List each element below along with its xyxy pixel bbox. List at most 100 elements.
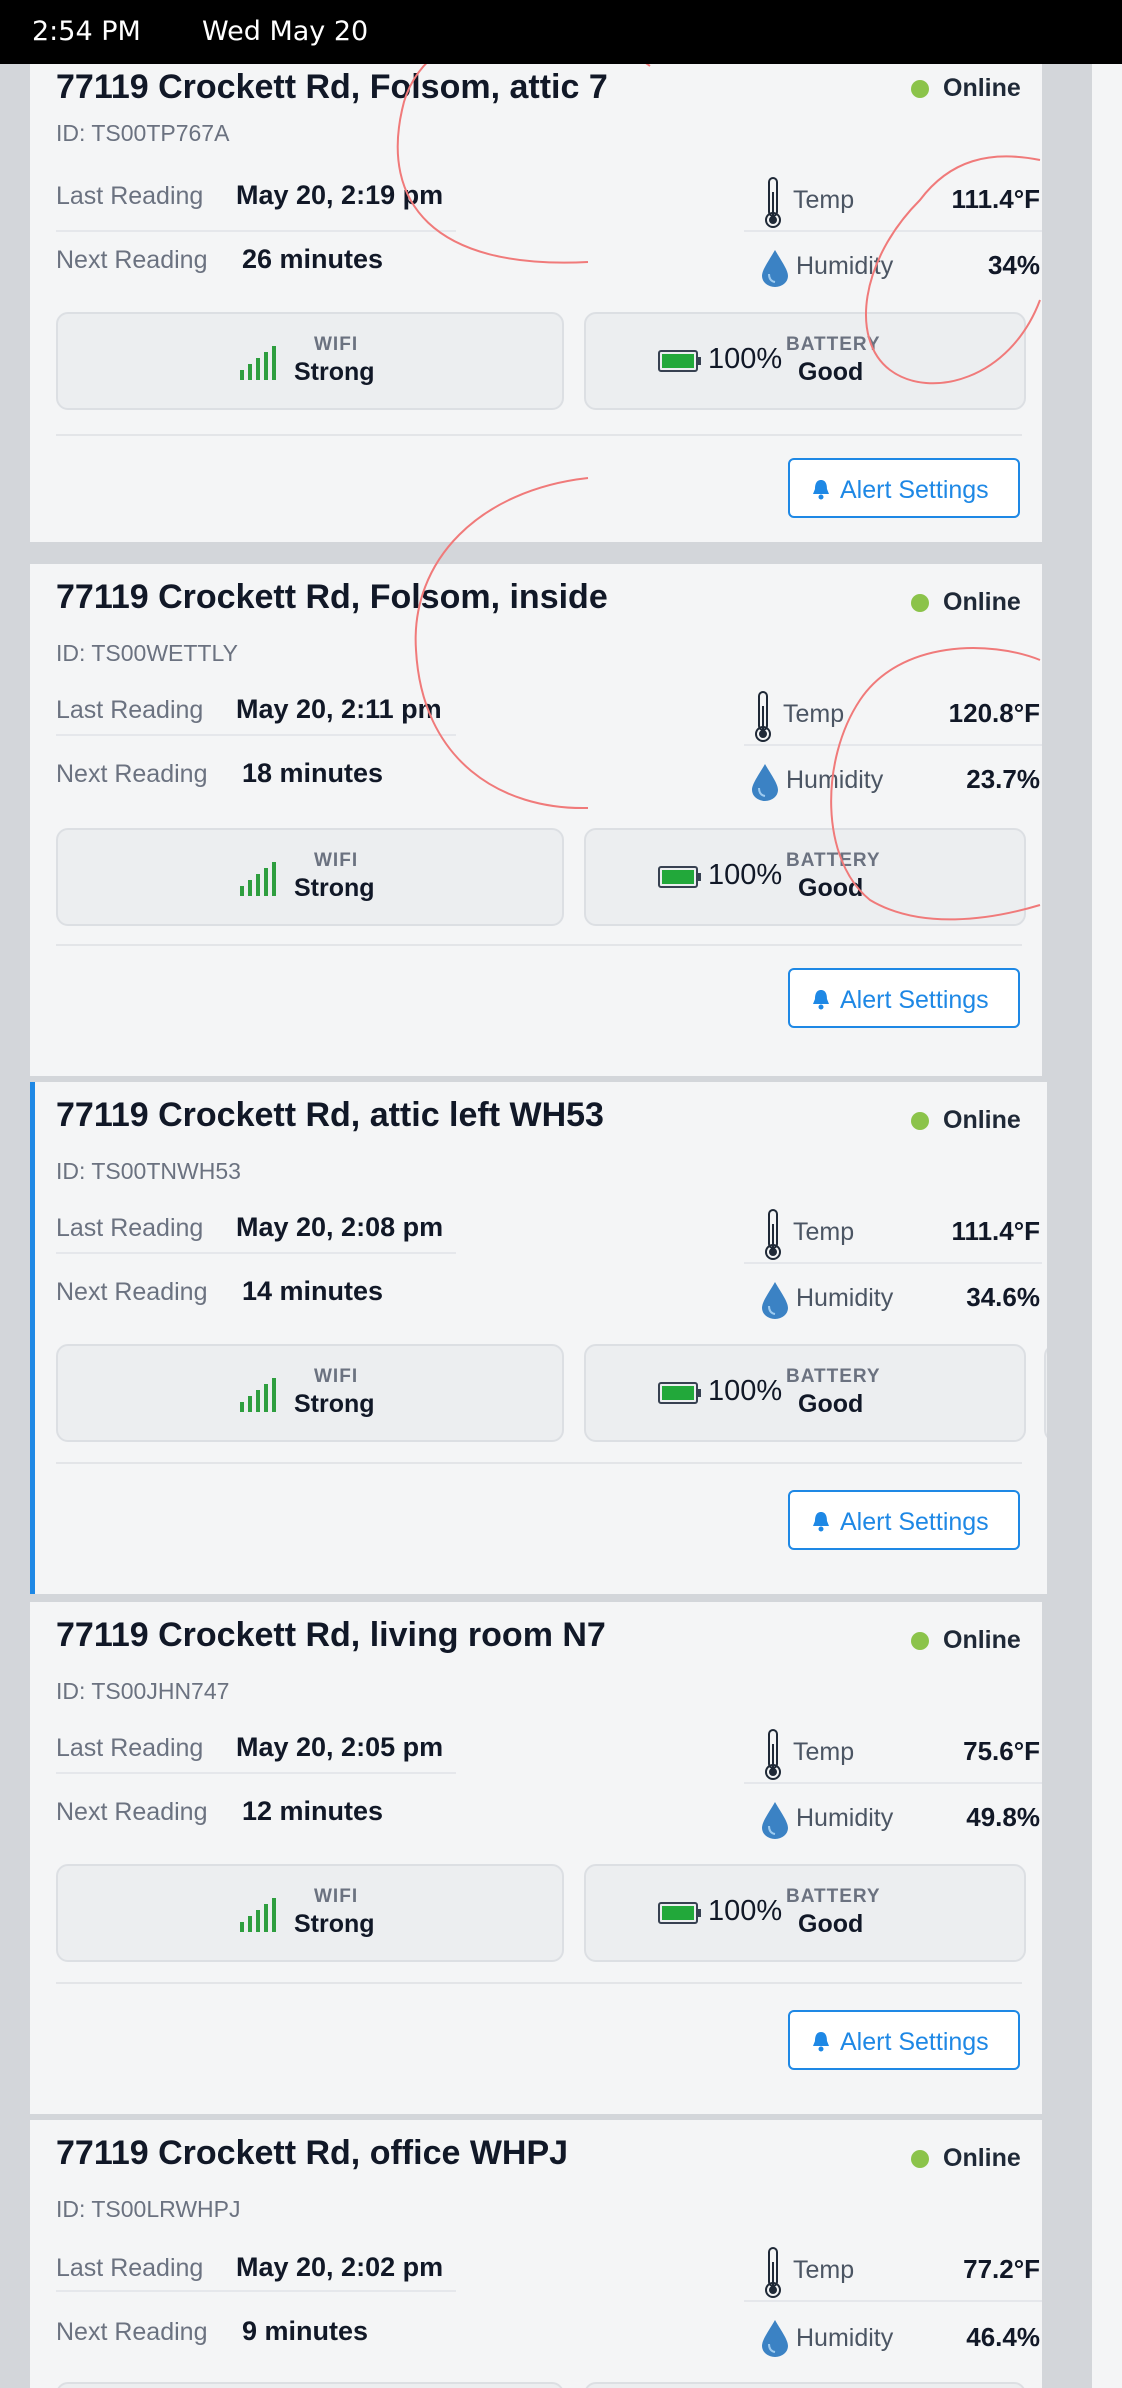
wifi-value: Strong [294, 874, 375, 902]
humidity-label: Humidity [786, 766, 884, 794]
wifi-caption: WIFI [314, 850, 359, 871]
battery-tile: 100% BATTERY Good [584, 312, 1026, 410]
row-divider [56, 230, 456, 232]
wifi-tile: WIFI Strong [56, 828, 564, 926]
sensor-id: ID: TS00LRWHPJ [56, 2196, 241, 2222]
next-reading-label: Next Reading [56, 246, 208, 274]
temp-label: Temp [783, 700, 845, 728]
wifi-signal-icon [240, 1898, 276, 1932]
sensor-title: 77119 Crockett Rd, Folsom, inside [56, 578, 608, 616]
temp-value: 111.4°F [951, 1216, 1040, 1246]
online-dot-icon [911, 80, 929, 99]
row-divider [56, 734, 456, 736]
row-divider [744, 1262, 1042, 1264]
temp-label: Temp [793, 1218, 855, 1246]
online-dot-icon [911, 1112, 929, 1131]
row-divider [56, 2290, 456, 2292]
water-drop-icon [762, 250, 788, 287]
last-reading-label: Last Reading [56, 696, 204, 724]
sensor-card[interactable]: 77119 Crockett Rd, office WHPJ ID: TS00L… [30, 2120, 1042, 2388]
sensor-id: ID: TS00TP767A [56, 120, 230, 146]
thermometer-icon [765, 1209, 781, 1260]
temp-label: Temp [793, 2256, 855, 2284]
bell-icon [813, 1512, 829, 1532]
status-date: Wed May 20 [202, 16, 369, 47]
alert-settings-button[interactable]: Alert Settings [788, 2010, 1020, 2070]
wifi-caption: WIFI [314, 334, 359, 355]
sensor-list[interactable]: 77119 Crockett Rd, Folsom, attic 7 ID: T… [0, 0, 1122, 2388]
online-dot-icon [911, 2150, 929, 2169]
thermometer-icon [755, 691, 771, 742]
last-reading-label: Last Reading [56, 1214, 204, 1242]
wifi-signal-icon [240, 1378, 276, 1412]
next-reading-label: Next Reading [56, 760, 208, 788]
bell-icon [813, 990, 829, 1010]
humidity-value: 34% [987, 250, 1040, 280]
wifi-tile: WIFI Strong [56, 1344, 564, 1442]
water-drop-icon [762, 1282, 788, 1319]
sensor-card[interactable]: 77119 Crockett Rd, living room N7 ID: TS… [30, 1602, 1042, 2114]
last-reading-value: May 20, 2:11 pm [236, 694, 442, 724]
battery-percent: 100% [708, 1895, 783, 1927]
card-divider [56, 1982, 1022, 1984]
card-divider [56, 1462, 1022, 1464]
humidity-label: Humidity [796, 1804, 894, 1832]
sensor-card-selected[interactable]: 77119 Crockett Rd, attic left WH53 ID: T… [30, 1082, 1047, 1594]
wifi-tile: WIFI Strong [56, 1864, 564, 1962]
thermometer-icon [765, 2247, 781, 2298]
temp-value: 75.6°F [963, 1736, 1040, 1766]
status-badge: Online [911, 74, 1021, 103]
wifi-caption: WIFI [314, 1886, 359, 1907]
battery-caption: BATTERY [786, 850, 881, 871]
sensor-title: 77119 Crockett Rd, living room N7 [56, 1616, 606, 1654]
sensor-card[interactable]: 77119 Crockett Rd, Folsom, inside ID: TS… [30, 564, 1042, 1076]
wifi-tile: WIFI Strong [56, 312, 564, 410]
card-divider [56, 434, 1022, 436]
row-divider [56, 1252, 456, 1254]
sensor-id: ID: TS00JHN747 [56, 1678, 230, 1704]
last-reading-value: May 20, 2:05 pm [236, 1732, 444, 1762]
wifi-tile [56, 2382, 564, 2388]
battery-tile: 100% BATTERY Good [584, 1344, 1026, 1442]
last-reading-label: Last Reading [56, 1734, 204, 1762]
humidity-value: 23.7% [966, 764, 1040, 794]
humidity-label: Humidity [796, 252, 894, 280]
water-drop-icon [752, 764, 778, 801]
battery-percent: 100% [708, 343, 783, 375]
status-badge: Online [911, 2144, 1021, 2173]
wifi-signal-icon [240, 346, 276, 380]
status-badge: Online [911, 1106, 1021, 1135]
online-dot-icon [911, 1632, 929, 1651]
alert-settings-button[interactable]: Alert Settings [788, 458, 1020, 518]
sensor-title: 77119 Crockett Rd, Folsom, attic 7 [56, 68, 608, 106]
bell-icon [813, 480, 829, 500]
next-reading-value: 9 minutes [242, 2316, 369, 2346]
wifi-value: Strong [294, 358, 375, 386]
last-reading-label: Last Reading [56, 182, 204, 210]
battery-caption: BATTERY [786, 334, 881, 355]
status-badge: Online [911, 1626, 1021, 1655]
battery-percent: 100% [708, 859, 783, 891]
battery-value: Good [798, 874, 864, 902]
next-reading-label: Next Reading [56, 1798, 208, 1826]
humidity-value: 34.6% [966, 1282, 1040, 1312]
sensor-id: ID: TS00WETTLY [56, 640, 238, 666]
battery-tile: 100% BATTERY Good [584, 1864, 1026, 1962]
sensor-title: 77119 Crockett Rd, attic left WH53 [56, 1096, 604, 1134]
next-reading-label: Next Reading [56, 2318, 208, 2346]
status-badge: Online [911, 588, 1021, 617]
next-reading-label: Next Reading [56, 1278, 208, 1306]
sensor-card[interactable]: 77119 Crockett Rd, Folsom, attic 7 ID: T… [30, 30, 1042, 542]
thermometer-icon [765, 177, 781, 228]
battery-value: Good [798, 1390, 864, 1418]
temp-value: 77.2°F [963, 2254, 1040, 2284]
alert-settings-button[interactable]: Alert Settings [788, 1490, 1020, 1550]
online-dot-icon [911, 594, 929, 613]
status-bar: 2:54 PM Wed May 20 [0, 0, 1122, 64]
last-reading-value: May 20, 2:02 pm [236, 2252, 444, 2282]
alert-settings-button[interactable]: Alert Settings [788, 968, 1020, 1028]
temp-value: 120.8°F [948, 698, 1040, 728]
extra-tile [1044, 1344, 1047, 1442]
temp-value: 111.4°F [951, 184, 1040, 214]
humidity-label: Humidity [796, 1284, 894, 1312]
